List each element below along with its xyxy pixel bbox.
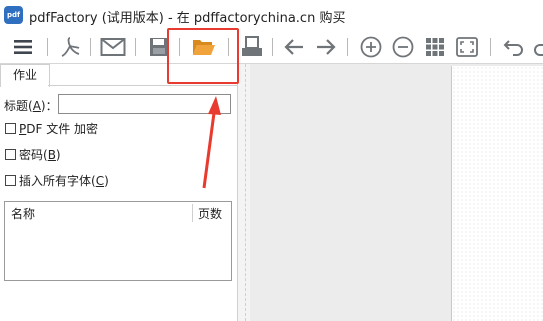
password-label: 密码(B)	[19, 148, 61, 162]
save-icon[interactable]	[146, 34, 172, 60]
embed-fonts-checkbox-row[interactable]: 插入所有字体(C)	[5, 172, 109, 189]
document-list[interactable]: 名称 页数	[4, 201, 232, 281]
pdf-encrypt-label: PDF 文件 加密	[19, 122, 99, 136]
pdf-encrypt-checkbox[interactable]	[5, 123, 16, 134]
open-folder-icon[interactable]	[191, 34, 217, 60]
email-icon[interactable]	[100, 34, 126, 60]
menu-icon[interactable]	[10, 34, 36, 60]
zoom-out-icon[interactable]	[390, 34, 416, 60]
acrobat-icon[interactable]	[57, 34, 83, 60]
redo-icon[interactable]	[530, 34, 543, 60]
list-header: 名称 页数	[5, 202, 231, 224]
title-input[interactable]	[58, 94, 231, 114]
window-title: pdfFactory (试用版本) - 在 pdffactorychina.cn…	[29, 11, 346, 26]
back-arrow-icon[interactable]	[281, 34, 307, 60]
tab-job[interactable]: 作业	[0, 64, 50, 87]
preview-page	[451, 66, 543, 321]
print-icon[interactable]	[239, 34, 265, 60]
zoom-in-icon[interactable]	[358, 34, 384, 60]
forward-arrow-icon[interactable]	[313, 34, 339, 60]
embed-fonts-label: 插入所有字体(C)	[19, 174, 109, 188]
grid-view-icon[interactable]	[422, 34, 448, 60]
splitter[interactable]	[238, 64, 250, 321]
title-bar: pdf pdfFactory (试用版本) - 在 pdffactorychin…	[0, 0, 543, 30]
column-header-pages[interactable]: 页数	[198, 205, 222, 222]
undo-icon[interactable]	[501, 34, 527, 60]
fit-screen-icon[interactable]	[454, 34, 480, 60]
job-panel: 作业 标题(A)： PDF 文件 加密 密码(B) 插入所有字体(C) 名称 页…	[0, 64, 238, 321]
toolbar	[0, 31, 543, 64]
pdffactory-app-icon: pdf	[4, 6, 23, 24]
pdf-encrypt-checkbox-row[interactable]: PDF 文件 加密	[5, 120, 98, 137]
password-checkbox[interactable]	[5, 149, 16, 160]
title-label: 标题(A)：	[4, 99, 58, 113]
password-checkbox-row[interactable]: 密码(B)	[5, 146, 61, 163]
embed-fonts-checkbox[interactable]	[5, 175, 16, 186]
column-header-name[interactable]: 名称	[11, 205, 35, 222]
